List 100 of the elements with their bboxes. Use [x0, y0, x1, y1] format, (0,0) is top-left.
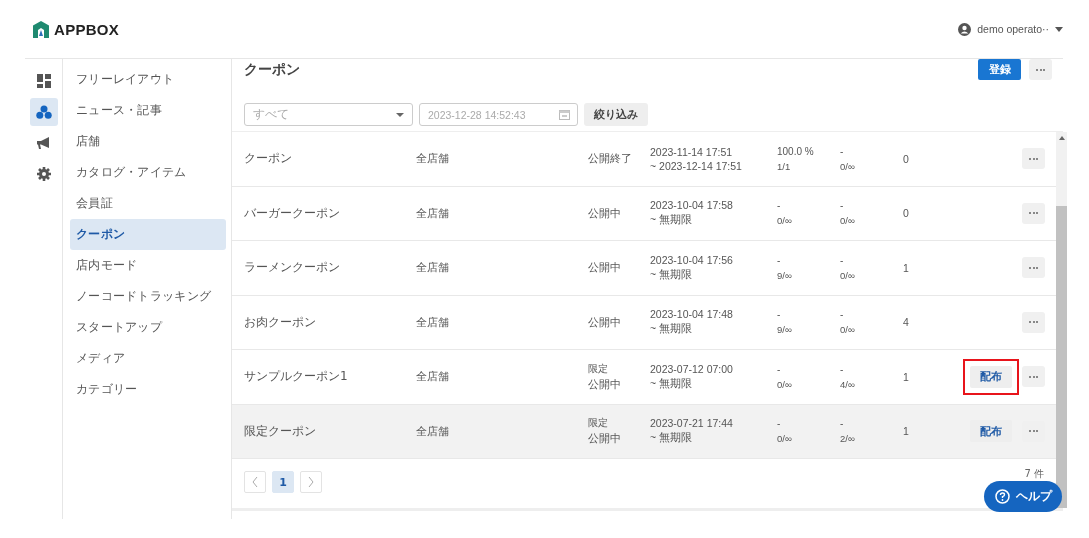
limited-tag: 限定	[588, 361, 650, 376]
number-cell-text: 1	[903, 425, 910, 438]
end-date: ~ 無期限	[650, 431, 694, 446]
store-cell-text: 全店舗	[416, 314, 450, 330]
store-cell-text: 全店舗	[416, 423, 450, 439]
count-cell-text: 0/∞	[840, 215, 856, 227]
scroll-up-icon	[1058, 136, 1065, 140]
count-cell-text: 0/∞	[840, 160, 856, 172]
chevron-left-icon	[252, 477, 258, 487]
status-cell-text: 公開中	[588, 431, 622, 447]
settings-icon	[36, 167, 51, 181]
sidebar-item[interactable]: カテゴリー	[70, 374, 226, 405]
coupon-name: お肉クーポン	[244, 313, 317, 331]
rate-cell-text: -	[777, 363, 782, 375]
end-date: ~ 2023-12-14 17:51	[650, 159, 743, 172]
dashboard-icon	[36, 74, 51, 88]
start-date: 2023-10-04 17:48	[650, 308, 734, 321]
number-cell-text: 0	[903, 152, 910, 165]
store-cell-text: 全店舗	[416, 260, 450, 276]
logo-icon	[33, 21, 49, 38]
store-cell-text: 全店舗	[416, 205, 450, 221]
rate-cell-text: 100.0 %	[777, 145, 815, 157]
end-date: ~ 無期限	[650, 267, 694, 282]
rail-item[interactable]	[29, 98, 58, 126]
calendar-icon	[559, 109, 570, 120]
more-button[interactable]	[1022, 366, 1045, 388]
sidebar-item[interactable]: カタログ・アイテム	[70, 157, 226, 188]
rate-cell-text: -	[840, 363, 845, 375]
sidebar-item[interactable]: フリーレイアウト	[70, 64, 226, 95]
start-date: 2023-07-21 17:44	[650, 417, 734, 430]
count-cell-text: 1/1	[777, 160, 792, 172]
coupon-name: 限定クーポン	[244, 422, 317, 440]
count-cell-text: 0/∞	[840, 269, 856, 281]
limited-tag: 限定	[588, 416, 650, 431]
megaphone-icon	[36, 136, 51, 150]
status-cell-text: 公開終了	[588, 151, 633, 167]
page-title: クーポン	[244, 60, 300, 79]
filter-button[interactable]: 絞り込み	[584, 103, 648, 126]
page-button[interactable]: 1	[272, 471, 294, 493]
rate-cell-text: -	[840, 309, 845, 321]
sidebar-item[interactable]: 店内モード	[70, 250, 226, 281]
count-cell-text: 2/∞	[840, 433, 856, 445]
rate-cell-text: -	[840, 200, 845, 212]
number-cell-text: 4	[903, 316, 910, 329]
chevron-right-icon	[308, 477, 314, 487]
store-cell-text: 全店舗	[416, 151, 450, 167]
sidebar-item[interactable]: 店舗	[70, 126, 226, 157]
sidebar-item[interactable]: ノーコードトラッキング	[70, 281, 226, 312]
help-icon	[994, 489, 1010, 504]
rate-cell-text: -	[840, 254, 845, 266]
more-button[interactable]	[1022, 202, 1045, 224]
more-button[interactable]	[1022, 311, 1045, 333]
sidebar-item[interactable]: 会員証	[70, 188, 226, 219]
status-cell-text: 公開中	[588, 205, 622, 221]
rate-cell-text: -	[777, 200, 782, 212]
coupon-name: サンプルクーポン1	[244, 368, 349, 386]
number-cell-text: 1	[903, 370, 910, 383]
end-date: ~ 無期限	[650, 376, 694, 391]
status-cell-text: 公開中	[588, 260, 622, 276]
sidebar-item[interactable]: スタートアップ	[70, 312, 226, 343]
status-cell-text: 公開中	[588, 376, 622, 392]
more-button[interactable]	[1029, 59, 1052, 80]
start-date: 2023-07-12 07:00	[650, 362, 734, 375]
help-button[interactable]: ヘルプ	[984, 481, 1062, 512]
distribute-button[interactable]: 配布	[970, 420, 1012, 443]
count-cell-text: 0/∞	[777, 215, 793, 227]
user-menu[interactable]: demo operato··	[958, 22, 1063, 36]
more-button[interactable]	[1022, 148, 1045, 170]
caret-icon	[1055, 26, 1063, 32]
count-cell-text: 0/∞	[840, 324, 856, 336]
total-count: 7 件	[1024, 467, 1044, 481]
user-icon	[958, 22, 972, 36]
rate-cell-text: -	[840, 418, 845, 430]
sidebar-item[interactable]: クーポン	[70, 219, 226, 250]
scrollbar[interactable]	[1056, 132, 1067, 508]
count-cell-text: 0/∞	[777, 378, 793, 390]
store-cell-text: 全店舗	[416, 369, 450, 385]
rate-cell-text: -	[777, 418, 782, 430]
status-cell-text: 公開中	[588, 314, 622, 330]
number-cell-text: 0	[903, 207, 910, 220]
caret-icon	[396, 112, 404, 117]
rate-cell-text: -	[840, 145, 845, 157]
date-field[interactable]: 2023-12-28 14:52:43	[419, 103, 578, 126]
rate-cell-text: -	[777, 254, 782, 266]
start-date: 2023-11-14 17:51	[650, 145, 734, 158]
count-cell-text: 0/∞	[777, 433, 793, 445]
sidebar-item[interactable]: メディア	[70, 343, 226, 374]
count-cell-text: 9/∞	[777, 324, 793, 336]
start-date: 2023-10-04 17:58	[650, 199, 734, 212]
cluster-icon	[35, 105, 52, 119]
sidebar-item[interactable]: ニュース・記事	[70, 95, 226, 126]
register-button[interactable]: 登録	[978, 59, 1021, 80]
start-date: 2023-10-04 17:56	[650, 253, 734, 266]
logo-text: APPBOX	[54, 21, 120, 38]
distribute-button[interactable]: 配布	[970, 365, 1012, 388]
rate-cell-text: -	[777, 309, 782, 321]
end-date: ~ 無期限	[650, 322, 694, 337]
count-cell-text: 4/∞	[840, 378, 856, 390]
more-button[interactable]	[1022, 257, 1045, 279]
number-cell-text: 1	[903, 261, 910, 274]
